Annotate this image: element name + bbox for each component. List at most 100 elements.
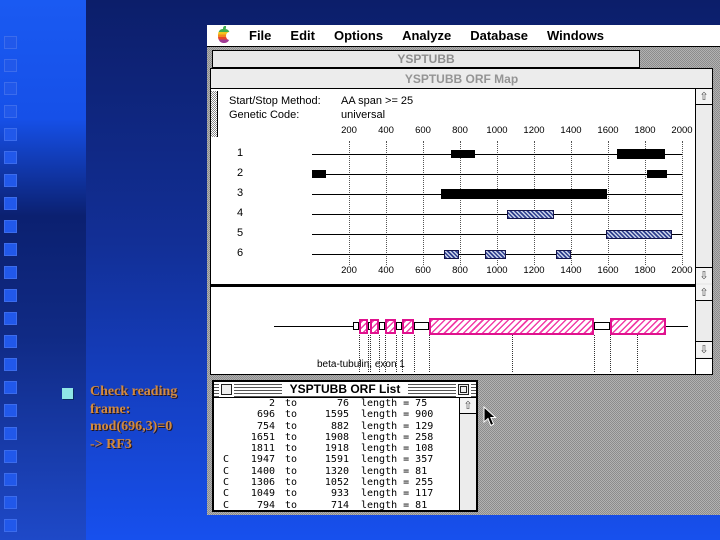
annotation-dropline <box>511 335 513 372</box>
list-cell: length = 357 <box>361 454 434 466</box>
gridline <box>423 141 424 265</box>
zoom-box-icon[interactable] <box>458 384 469 395</box>
annotation-dropline <box>370 335 372 372</box>
list-cell: to <box>284 420 298 432</box>
orf-bar[interactable] <box>556 249 571 259</box>
gridline <box>497 141 498 265</box>
orf-list-titlebar[interactable]: YSPTUBB ORF List <box>214 382 476 398</box>
axis-tick-top: 400 <box>378 125 394 136</box>
list-cell: 696 <box>256 409 275 421</box>
exon-box[interactable] <box>370 318 380 334</box>
back-window-titlebar[interactable]: YSPTUBB <box>212 50 640 68</box>
note-line: frame: <box>90 401 131 417</box>
orf-list-rows: 2 to 76 length = 75 696 to 1595 length = 900 754… <box>214 398 444 510</box>
orf-map-chart: 200 200 400 400 600 600 800 800 1000 1000 1200 1200… <box>211 89 695 284</box>
list-cell: to <box>284 443 298 455</box>
scroll-down-icon[interactable]: ⇩ <box>696 267 712 283</box>
orf-bar[interactable] <box>484 249 507 259</box>
gridline <box>349 141 350 265</box>
slide-square <box>4 243 17 256</box>
axis-tick-bottom: 1600 <box>597 265 619 276</box>
list-cell: to <box>284 477 298 489</box>
slide-square <box>4 427 17 440</box>
orf-list-row[interactable]: C 1306 to 1052 length = 255 <box>214 477 444 488</box>
axis-tick-top: 200 <box>341 125 357 136</box>
list-cell: 933 <box>330 488 349 500</box>
annotation-dropline <box>610 335 611 372</box>
axis-tick-top: 800 <box>452 125 468 136</box>
menu-item-file[interactable]: File <box>249 28 271 43</box>
orf-bar[interactable] <box>444 249 459 259</box>
orf-bar[interactable] <box>647 170 667 178</box>
menu-item-windows[interactable]: Windows <box>547 28 604 43</box>
list-cell: length = 108 <box>361 443 434 455</box>
frame-number: 5 <box>237 227 244 239</box>
exon-box[interactable] <box>610 317 667 335</box>
exon-box[interactable] <box>359 318 369 334</box>
orf-list-row[interactable]: C 1049 to 933 length = 117 <box>214 488 444 499</box>
orf-bar[interactable] <box>451 150 476 158</box>
exon-box[interactable] <box>385 318 396 334</box>
slide-square <box>4 151 17 164</box>
orf-list-row[interactable]: C 1400 to 1320 length = 81 <box>214 466 444 477</box>
orf-bar[interactable] <box>506 209 554 219</box>
gridline <box>682 141 683 265</box>
intron-connector <box>594 322 610 330</box>
back-window-title: YSPTUBB <box>397 52 455 66</box>
orf-list-row[interactable]: 696 to 1595 length = 900 <box>214 409 444 420</box>
annotation-dropline <box>402 335 404 372</box>
list-cell <box>214 398 237 409</box>
axis-tick-bottom: 800 <box>452 265 468 276</box>
orf-list-row[interactable]: C 1947 to 1591 length = 357 <box>214 454 444 465</box>
menu-item-analyze[interactable]: Analyze <box>402 28 451 43</box>
slide-square <box>4 220 17 233</box>
orf-bar[interactable] <box>606 229 673 239</box>
orf-list-row[interactable]: 754 to 882 length = 129 <box>214 421 444 432</box>
orf-map-titlebar[interactable]: YSPTUBB ORF Map <box>211 69 712 89</box>
list-cell: length = 129 <box>361 420 434 432</box>
scroll-up-icon[interactable]: ⇧ <box>696 285 712 301</box>
exon-box[interactable] <box>429 317 595 335</box>
orf-list-row[interactable]: C 794 to 714 length = 81 <box>214 500 444 510</box>
orf-list-row[interactable]: 1811 to 1918 length = 108 <box>214 443 444 454</box>
exon-box[interactable] <box>402 318 415 334</box>
axis-tick-top: 600 <box>415 125 431 136</box>
frame-axis-line <box>312 214 682 215</box>
orf-bar[interactable] <box>440 189 608 199</box>
list-cell: length = 81 <box>361 465 428 477</box>
menu-items: File Edit Options Analyze Database Windows <box>249 28 604 43</box>
list-scrollbar[interactable]: ⇧ <box>459 398 476 510</box>
slide-square <box>4 312 17 325</box>
list-cell: length = 81 <box>361 499 428 510</box>
axis-tick-bottom: 400 <box>378 265 394 276</box>
scroll-up-icon[interactable]: ⇧ <box>696 89 712 105</box>
orf-bar[interactable] <box>312 170 327 178</box>
menu-item-database[interactable]: Database <box>470 28 528 43</box>
close-box-icon[interactable] <box>221 384 232 395</box>
annotation-dropline <box>414 335 416 372</box>
axis-tick-bottom: 1000 <box>486 265 508 276</box>
scroll-up-icon[interactable]: ⇧ <box>460 398 476 414</box>
apple-menu-icon[interactable] <box>218 25 233 43</box>
menu-item-options[interactable]: Options <box>334 28 383 43</box>
list-cell: length = 255 <box>361 477 434 489</box>
annotation-dropline <box>594 335 596 372</box>
gridline <box>460 141 461 265</box>
axis-tick-bottom: 2000 <box>671 265 693 276</box>
axis-tick-top: 1200 <box>523 125 545 136</box>
menu-item-edit[interactable]: Edit <box>290 28 315 43</box>
map-scrollbar[interactable]: ⇧ ⇩ ⇧ ⇩ <box>695 89 712 374</box>
frame-number: 3 <box>237 187 244 199</box>
orf-list-title: YSPTUBB ORF List <box>281 383 409 396</box>
orf-list-row[interactable]: 1651 to 1908 length = 258 <box>214 432 444 443</box>
orf-bar[interactable] <box>617 149 665 159</box>
list-cell: C <box>223 477 230 489</box>
list-cell: length = 900 <box>361 409 434 421</box>
orf-list-row[interactable]: 2 to 76 length = 75 <box>214 398 444 409</box>
scroll-down-icon[interactable]: ⇩ <box>696 341 712 357</box>
slide-square <box>4 473 17 486</box>
orf-map-window: YSPTUBB ORF Map Start/Stop Method: AA sp… <box>210 68 713 375</box>
list-cell: length = 75 <box>361 398 428 409</box>
list-cell: to <box>284 431 298 443</box>
list-cell: C <box>223 499 230 510</box>
